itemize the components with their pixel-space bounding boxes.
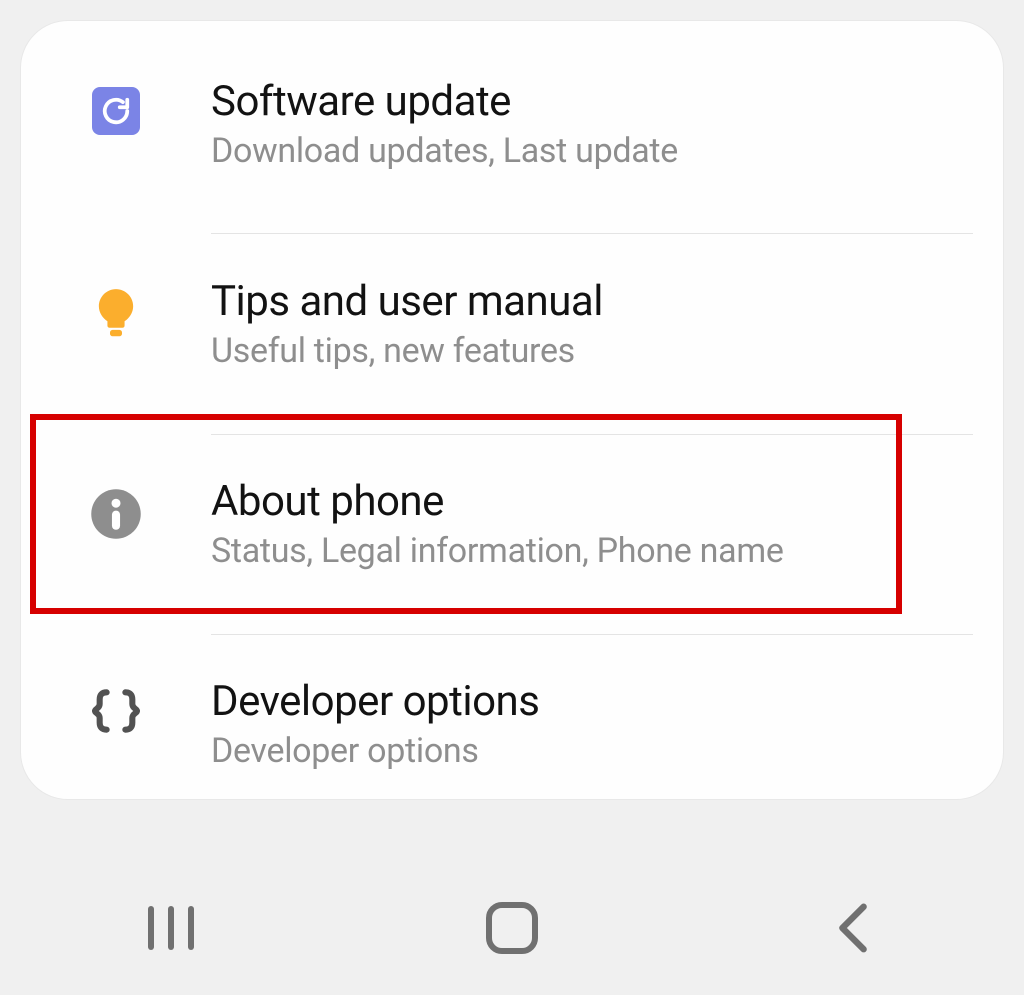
home-icon [486, 902, 538, 954]
settings-item-subtitle: Useful tips, new features [211, 331, 973, 372]
recents-icon [148, 906, 194, 950]
settings-item-tips-and-user-manual[interactable]: Tips and user manual Useful tips, new fe… [21, 279, 1003, 372]
settings-item-title: About phone [211, 479, 973, 525]
settings-item-software-update[interactable]: Software update Download updates, Last u… [21, 79, 1003, 172]
code-braces-icon [88, 687, 144, 735]
divider [211, 434, 973, 435]
settings-item-title: Developer options [211, 679, 973, 725]
settings-item-subtitle: Developer options [211, 731, 973, 772]
settings-item-title: Software update [211, 79, 973, 125]
nav-back-button[interactable] [763, 888, 943, 968]
divider [211, 233, 973, 234]
lightbulb-icon [90, 287, 142, 347]
info-icon [89, 487, 143, 541]
back-icon [836, 902, 870, 954]
nav-recents-button[interactable] [81, 888, 261, 968]
settings-item-title: Tips and user manual [211, 279, 973, 325]
settings-item-developer-options[interactable]: Developer options Developer options [21, 679, 1003, 772]
settings-item-about-phone[interactable]: About phone Status, Legal information, P… [21, 479, 1003, 572]
divider [211, 634, 973, 635]
settings-item-subtitle: Status, Legal information, Phone name [211, 531, 973, 572]
settings-card: Software update Download updates, Last u… [20, 20, 1004, 800]
settings-item-subtitle: Download updates, Last update [211, 131, 973, 172]
nav-home-button[interactable] [422, 888, 602, 968]
refresh-icon [92, 87, 140, 135]
android-nav-bar [0, 860, 1024, 995]
